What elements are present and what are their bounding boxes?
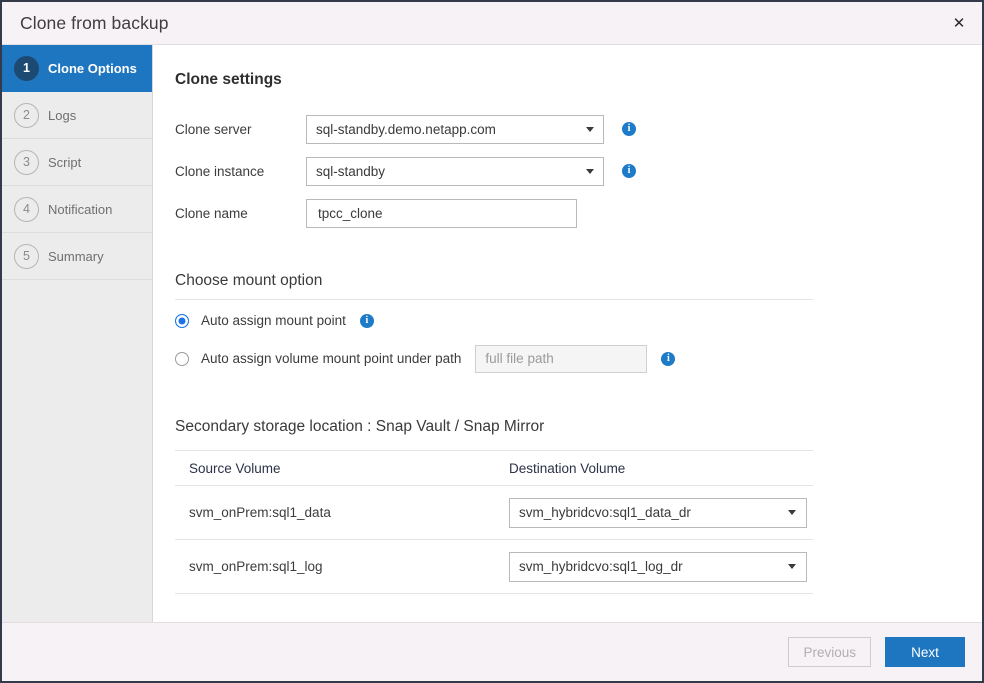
clone-name-label: Clone name [175,206,306,221]
clone-from-backup-dialog: Clone from backup ✕ 1 Clone Options 2 Lo… [0,0,984,683]
destination-volume-cell: svm_hybridcvo:sql1_log_dr [495,552,813,582]
column-header-source-volume: Source Volume [175,461,495,476]
table-row: svm_onPrem:sql1_log svm_hybridcvo:sql1_l… [175,540,813,594]
sidebar-item-label: Script [48,155,81,170]
info-icon[interactable]: i [622,164,636,178]
clone-instance-row: Clone instance sql-standby i [175,150,982,192]
chevron-down-icon [788,510,796,515]
clone-instance-value: sql-standby [316,164,385,179]
clone-name-row: Clone name tpcc_clone [175,192,982,234]
destination-volume-select[interactable]: svm_hybridcvo:sql1_log_dr [509,552,807,582]
dialog-title: Clone from backup [2,13,169,34]
secondary-storage-heading: Secondary storage location : Snap Vault … [175,418,982,436]
step-number-4: 4 [14,197,39,222]
table-header-row: Source Volume Destination Volume [175,451,813,486]
sidebar-item-label: Clone Options [48,61,137,76]
mount-option-heading: Choose mount option [175,272,813,300]
step-number-5: 5 [14,244,39,269]
secondary-storage-section: Secondary storage location : Snap Vault … [175,418,982,594]
auto-assign-volume-path-row: Auto assign volume mount point under pat… [175,341,982,376]
chevron-down-icon [586,127,594,132]
next-button[interactable]: Next [885,637,965,667]
clone-server-select[interactable]: sql-standby.demo.netapp.com [306,115,604,144]
clone-server-row: Clone server sql-standby.demo.netapp.com… [175,108,982,150]
column-header-destination-volume: Destination Volume [495,461,813,476]
clone-settings-heading: Clone settings [175,71,982,89]
info-icon[interactable]: i [622,122,636,136]
sidebar-item-notification[interactable]: 4 Notification [2,186,152,233]
clone-instance-select[interactable]: sql-standby [306,157,604,186]
info-icon[interactable]: i [360,314,374,328]
source-volume-value: svm_onPrem:sql1_log [175,559,495,574]
chevron-down-icon [586,169,594,174]
auto-assign-volume-path-label: Auto assign volume mount point under pat… [201,351,461,366]
sidebar-item-label: Summary [48,249,104,264]
info-icon[interactable]: i [661,352,675,366]
clone-name-input[interactable]: tpcc_clone [306,199,577,228]
full-file-path-input[interactable]: full file path [475,345,647,373]
clone-instance-label: Clone instance [175,164,306,179]
sidebar-item-label: Notification [48,202,112,217]
source-volume-value: svm_onPrem:sql1_data [175,505,495,520]
dialog-titlebar: Clone from backup ✕ [2,2,982,45]
destination-volume-select[interactable]: svm_hybridcvo:sql1_data_dr [509,498,807,528]
chevron-down-icon [788,564,796,569]
sidebar-item-script[interactable]: 3 Script [2,139,152,186]
step-number-1: 1 [14,56,39,81]
wizard-step-sidebar: 1 Clone Options 2 Logs 3 Script 4 Notifi… [2,45,153,622]
destination-volume-value: svm_hybridcvo:sql1_log_dr [519,559,683,574]
previous-button[interactable]: Previous [788,637,871,667]
sidebar-item-logs[interactable]: 2 Logs [2,92,152,139]
auto-assign-mount-point-row: Auto assign mount point i [175,303,982,338]
dialog-footer: Previous Next [2,622,982,681]
sidebar-item-label: Logs [48,108,76,123]
mount-option-section: Choose mount option Auto assign mount po… [175,272,982,376]
dialog-body: 1 Clone Options 2 Logs 3 Script 4 Notifi… [2,45,982,622]
step-number-2: 2 [14,103,39,128]
sidebar-item-summary[interactable]: 5 Summary [2,233,152,280]
clone-options-panel: Clone settings Clone server sql-standby.… [153,45,982,622]
step-number-3: 3 [14,150,39,175]
auto-assign-volume-path-radio[interactable] [175,352,189,366]
clone-settings-form: Clone server sql-standby.demo.netapp.com… [175,108,982,234]
clone-server-label: Clone server [175,122,306,137]
destination-volume-cell: svm_hybridcvo:sql1_data_dr [495,498,813,528]
sidebar-item-clone-options[interactable]: 1 Clone Options [2,45,152,92]
close-icon[interactable]: ✕ [944,8,974,38]
table-row: svm_onPrem:sql1_data svm_hybridcvo:sql1_… [175,486,813,540]
secondary-storage-table: Source Volume Destination Volume svm_onP… [175,450,813,594]
clone-server-value: sql-standby.demo.netapp.com [316,122,496,137]
auto-assign-mount-point-radio[interactable] [175,314,189,328]
auto-assign-mount-point-label: Auto assign mount point [201,313,346,328]
destination-volume-value: svm_hybridcvo:sql1_data_dr [519,505,691,520]
